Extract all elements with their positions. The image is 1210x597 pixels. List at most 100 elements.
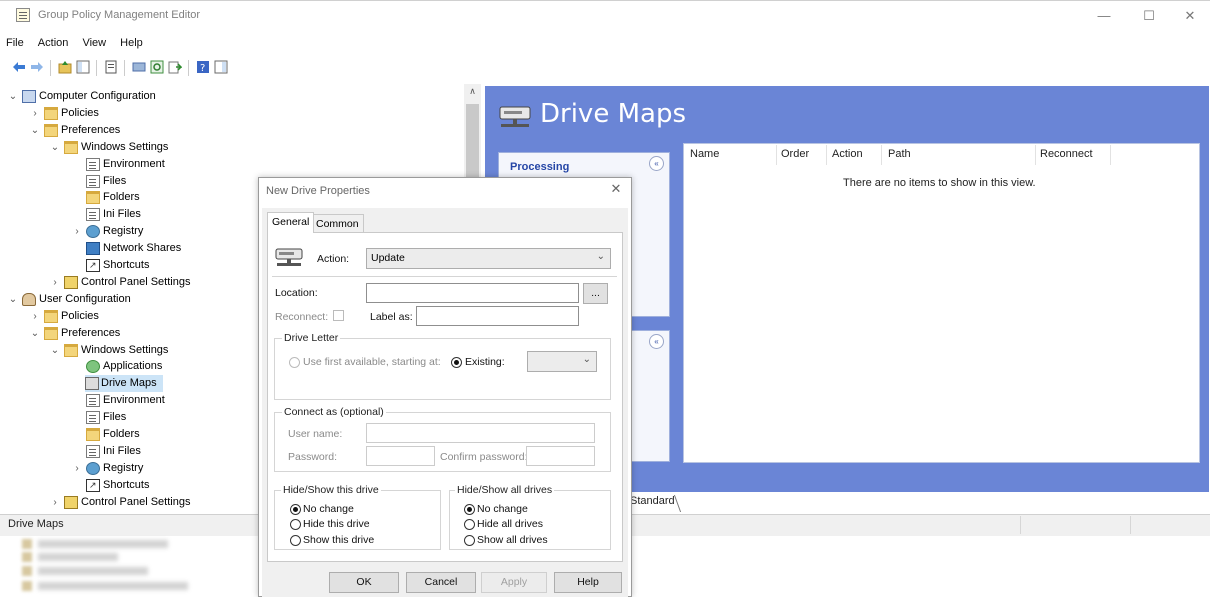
show-this-drive-label: Show this drive — [303, 534, 375, 546]
chevron-down-icon: ⌄ — [596, 251, 605, 262]
window-title: Group Policy Management Editor — [38, 9, 201, 21]
drive-maps-title: Drive Maps — [540, 99, 686, 129]
tree-item-label: Computer Configuration — [39, 90, 156, 102]
expand-chevron-icon[interactable]: ⌄ — [30, 325, 40, 342]
column-header-order[interactable]: Order — [781, 148, 809, 160]
hide-this-drive-label: Hide this drive — [303, 518, 370, 530]
column-separator[interactable] — [826, 145, 827, 165]
menu-action[interactable]: Action — [32, 34, 74, 49]
column-header-action[interactable]: Action — [832, 148, 863, 160]
username-label: User name: — [288, 428, 343, 440]
properties-icon[interactable] — [104, 60, 118, 74]
tab-general[interactable]: General — [267, 212, 315, 233]
blurred-icon — [22, 539, 32, 549]
drive-icon — [275, 248, 303, 266]
tab-standard[interactable]: Standard — [630, 495, 675, 507]
export-icon[interactable] — [168, 60, 182, 74]
tree-item-label: Registry — [103, 225, 144, 238]
help-button[interactable]: Help — [554, 572, 622, 593]
files-icon — [86, 411, 100, 425]
expand-chevron-icon[interactable]: ⌄ — [50, 139, 60, 156]
computer-config-icon — [22, 90, 36, 103]
expand-chevron-icon[interactable]: ⌄ — [8, 88, 18, 105]
folder-icon — [44, 123, 58, 137]
password-label: Password: — [288, 451, 338, 463]
expand-chevron-icon[interactable]: ⌄ — [8, 291, 18, 308]
expand-chevron-icon[interactable]: ⌄ — [50, 342, 60, 359]
show-this-drive-radio[interactable] — [290, 535, 301, 546]
column-separator[interactable] — [1110, 145, 1111, 165]
toolbar-separator — [50, 60, 51, 76]
column-separator[interactable] — [1035, 145, 1036, 165]
tree-item-label: User Configuration — [39, 292, 131, 305]
network-shares-icon — [86, 242, 100, 256]
menu-file[interactable]: File — [0, 34, 29, 49]
password-input[interactable] — [366, 446, 435, 466]
column-separator[interactable] — [776, 145, 777, 165]
collapse-chevron-icon[interactable]: › — [50, 494, 60, 511]
maximize-button[interactable]: ☐ — [1131, 5, 1167, 27]
folders-icon — [86, 191, 100, 205]
hide-all-drives-label: Hide all drives — [477, 518, 543, 530]
hide-all-drives-radio[interactable] — [464, 519, 475, 530]
status-separator — [1130, 516, 1131, 534]
label-as-input[interactable] — [416, 306, 579, 326]
blurred-text — [38, 540, 168, 548]
hide-this-drive-radio[interactable] — [290, 519, 301, 530]
ok-button[interactable]: OK — [329, 572, 399, 593]
scroll-up-arrow-icon[interactable]: ∧ — [464, 86, 481, 100]
collapse-chevron-icon[interactable]: › — [72, 460, 82, 477]
label-as-label: Label as: — [370, 311, 413, 323]
close-button[interactable]: ✕ — [1172, 5, 1208, 27]
all-no-change-radio[interactable] — [464, 504, 475, 515]
this-no-change-radio[interactable] — [290, 504, 301, 515]
menu-help[interactable]: Help — [114, 34, 148, 49]
use-first-available-radio[interactable] — [289, 357, 300, 368]
files-icon — [86, 174, 100, 188]
collapse-processing-button[interactable]: « — [649, 156, 664, 171]
up-folder-icon[interactable] — [58, 60, 72, 74]
action-dropdown[interactable]: Update ⌄ — [366, 248, 611, 269]
location-label: Location: — [275, 287, 318, 299]
menu-view[interactable]: View — [76, 34, 111, 49]
collapse-chevron-icon[interactable]: › — [72, 223, 82, 240]
help-icon[interactable]: ? — [196, 60, 210, 74]
collapse-chevron-icon[interactable]: › — [30, 105, 40, 122]
forward-arrow-icon[interactable] — [30, 60, 44, 74]
collapse-chevron-icon[interactable]: › — [50, 274, 60, 291]
column-header-path[interactable]: Path — [888, 148, 911, 160]
drive-maps-icon — [499, 106, 531, 127]
reconnect-checkbox[interactable] — [333, 310, 344, 321]
collapse-description-button[interactable]: « — [649, 334, 664, 349]
this-no-change-label: No change — [303, 503, 354, 515]
cancel-button[interactable]: Cancel — [406, 572, 476, 593]
hide-show-this-legend: Hide/Show this drive — [281, 484, 381, 496]
confirm-password-input[interactable] — [526, 446, 595, 466]
collapse-chevron-icon[interactable]: › — [30, 308, 40, 325]
refresh-icon[interactable] — [150, 60, 164, 74]
tree-item[interactable]: Drive Maps — [85, 375, 163, 393]
app-icon — [16, 8, 30, 22]
browse-button[interactable]: ... — [583, 283, 608, 304]
tree-item-label: Windows Settings — [81, 140, 169, 153]
drive-letter-dropdown[interactable]: ⌄ — [527, 351, 597, 372]
username-input[interactable] — [366, 423, 595, 443]
location-input[interactable] — [366, 283, 579, 303]
apply-button[interactable]: Apply — [481, 572, 547, 593]
show-all-drives-radio[interactable] — [464, 535, 475, 546]
export-list-icon[interactable] — [132, 60, 146, 74]
toolbar-separator — [96, 60, 97, 76]
column-header-reconnect[interactable]: Reconnect — [1040, 148, 1093, 160]
existing-radio[interactable] — [451, 357, 462, 368]
drive-maps-list[interactable] — [683, 143, 1200, 463]
column-separator[interactable] — [881, 145, 882, 165]
tab-common[interactable]: Common — [311, 214, 364, 232]
minimize-button[interactable]: — — [1086, 5, 1122, 27]
show-hide-tree-icon[interactable] — [76, 60, 90, 74]
column-header-name[interactable]: Name — [690, 148, 719, 160]
dialog-close-button[interactable]: ✕ — [605, 181, 627, 199]
expand-chevron-icon[interactable]: ⌄ — [30, 122, 40, 139]
dialog-title: New Drive Properties — [266, 185, 370, 197]
show-action-pane-icon[interactable] — [214, 60, 228, 74]
back-arrow-icon[interactable] — [12, 60, 26, 74]
